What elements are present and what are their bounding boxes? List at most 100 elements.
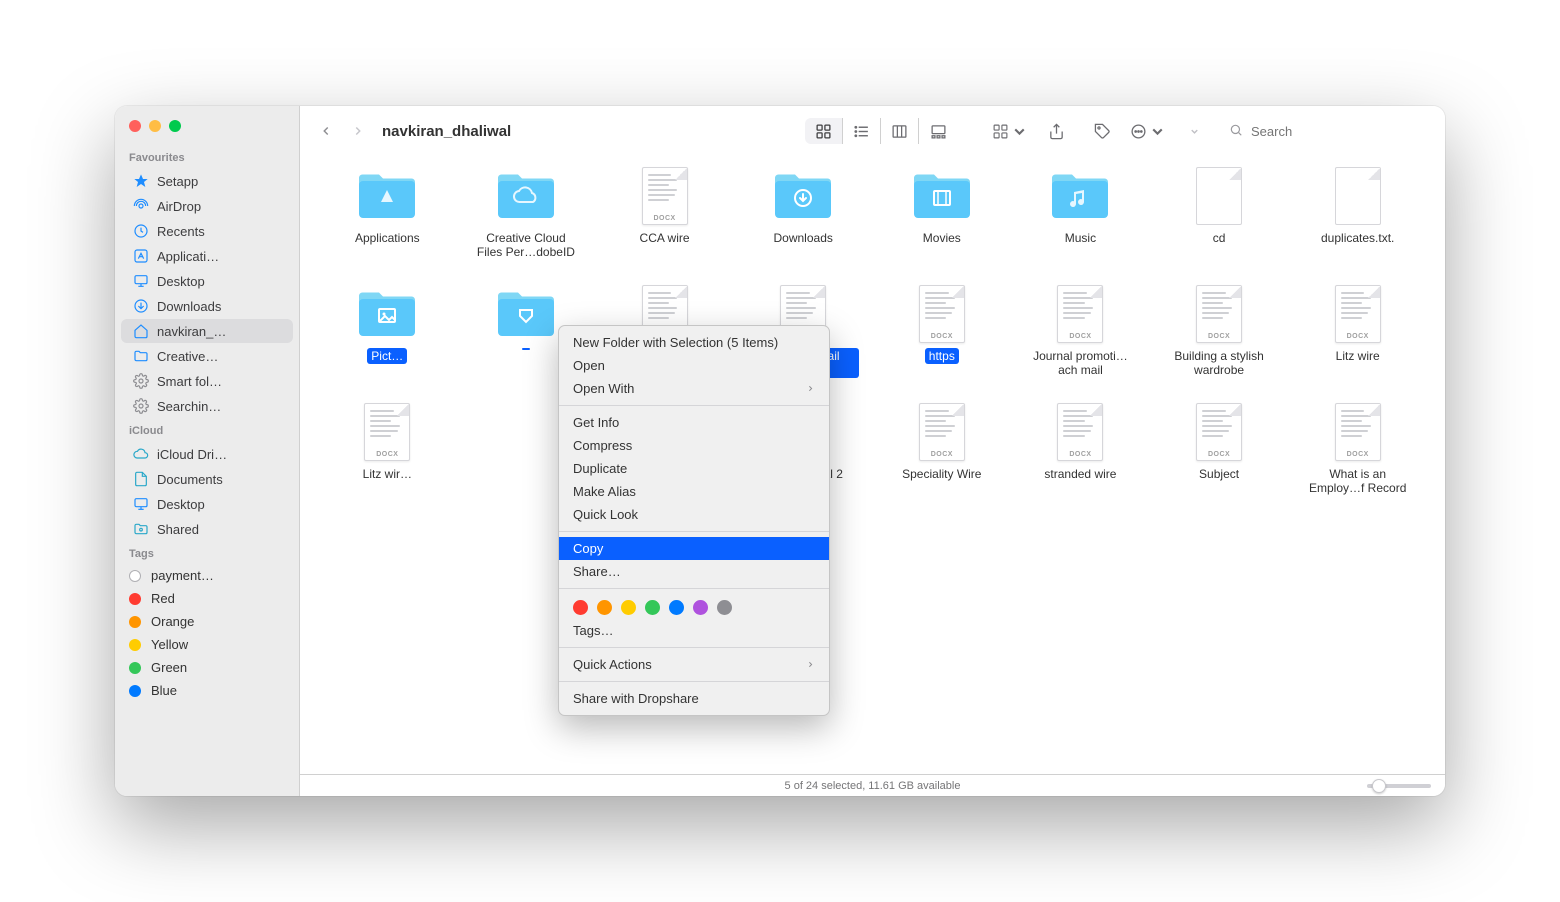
sidebar-item[interactable]: Desktop	[121, 269, 293, 293]
menu-item-label: New Folder with Selection (5 Items)	[573, 335, 778, 350]
sidebar-item[interactable]: Setapp	[121, 169, 293, 193]
action-menu-button[interactable]	[1129, 118, 1167, 144]
item-label: stranded wire	[1040, 466, 1120, 482]
sidebar-tag[interactable]: Red	[115, 587, 299, 610]
folder-icon	[492, 284, 560, 344]
sidebar-item[interactable]: Creative…	[121, 344, 293, 368]
menu-item[interactable]: Compress	[559, 434, 829, 457]
minimize-button[interactable]	[149, 120, 161, 132]
file-item[interactable]: DOCXSubject	[1152, 402, 1287, 520]
forward-button[interactable]	[346, 117, 370, 145]
tag-label: Orange	[151, 614, 194, 629]
menu-item[interactable]: Get Info	[559, 411, 829, 434]
menu-item[interactable]: Open	[559, 354, 829, 377]
folder-item[interactable]: Movies	[875, 166, 1010, 284]
folder-item[interactable]: Downloads	[736, 166, 871, 284]
file-item[interactable]: DOCXBuilding a stylish wardrobe	[1152, 284, 1287, 402]
menu-item[interactable]: Quick Look	[559, 503, 829, 526]
tags-button[interactable]	[1083, 118, 1121, 144]
sidebar-item[interactable]: Shared	[121, 517, 293, 541]
folder-item[interactable]: Creative Cloud Files Per…dobeID	[459, 166, 594, 284]
column-view-button[interactable]	[881, 118, 919, 144]
menu-item[interactable]: New Folder with Selection (5 Items)	[559, 331, 829, 354]
sidebar-tag[interactable]: Yellow	[115, 633, 299, 656]
file-item[interactable]: DOCXWhat is an Employ…f Record	[1290, 402, 1425, 520]
sidebar-item-label: Smart fol…	[157, 374, 222, 389]
menu-item-label: Share…	[573, 564, 621, 579]
sidebar-item-label: Applicati…	[157, 249, 219, 264]
window-title: navkiran_dhaliwal	[382, 123, 511, 140]
menu-item[interactable]: Quick Actions	[559, 653, 829, 676]
sidebar-item[interactable]: Applicati…	[121, 244, 293, 268]
sidebar-item[interactable]: Smart fol…	[121, 369, 293, 393]
file-item[interactable]: duplicates.txt.	[1290, 166, 1425, 284]
file-item[interactable]: DOCXLitz wire	[1290, 284, 1425, 402]
item-label: Litz wir…	[359, 466, 416, 482]
file-item[interactable]: DOCXSpeciality Wire	[875, 402, 1010, 520]
menu-item[interactable]: Duplicate	[559, 457, 829, 480]
tag-color-option[interactable]	[717, 600, 732, 615]
sidebar-item[interactable]: AirDrop	[121, 194, 293, 218]
docx-icon: DOCX	[908, 284, 976, 344]
search-field[interactable]	[1221, 118, 1431, 144]
toolbar: navkiran_dhaliwal	[300, 106, 1445, 156]
sidebar-item-label: Documents	[157, 472, 223, 487]
menu-item[interactable]: Share with Dropshare	[559, 687, 829, 710]
icon-view-button[interactable]	[805, 118, 843, 144]
sidebar-section-label: Tags	[115, 542, 299, 564]
file-item[interactable]: DOCXCCA wire	[597, 166, 732, 284]
tag-color-option[interactable]	[573, 600, 588, 615]
tag-color-option[interactable]	[669, 600, 684, 615]
fullscreen-button[interactable]	[169, 120, 181, 132]
menu-item[interactable]: Copy	[559, 537, 829, 560]
zoom-slider[interactable]	[1367, 784, 1431, 788]
menu-item[interactable]: Tags…	[559, 619, 829, 642]
tag-color-option[interactable]	[621, 600, 636, 615]
folder-icon	[908, 166, 976, 226]
chevron-right-icon	[806, 657, 815, 672]
home-icon	[133, 323, 149, 339]
menu-item[interactable]: Open With	[559, 377, 829, 400]
sidebar-tag[interactable]: Green	[115, 656, 299, 679]
sidebar-item[interactable]: Desktop	[121, 492, 293, 516]
close-button[interactable]	[129, 120, 141, 132]
file-item[interactable]: cd	[1152, 166, 1287, 284]
sidebar-item-label: Recents	[157, 224, 205, 239]
sidebar-item[interactable]: Downloads	[121, 294, 293, 318]
sidebar-item[interactable]: Documents	[121, 467, 293, 491]
docx-icon: DOCX	[908, 402, 976, 462]
menu-item[interactable]: Make Alias	[559, 480, 829, 503]
file-grid[interactable]: ApplicationsCreative Cloud Files Per…dob…	[300, 156, 1445, 774]
sidebar-tag[interactable]: Orange	[115, 610, 299, 633]
folder-item[interactable]: Music	[1013, 166, 1148, 284]
toolbar-overflow-chevron[interactable]	[1175, 118, 1213, 144]
sidebar-item[interactable]: iCloud Dri…	[121, 442, 293, 466]
file-item[interactable]: DOCXstranded wire	[1013, 402, 1148, 520]
file-item[interactable]: DOCXLitz wir…	[320, 402, 455, 520]
file-item[interactable]: DOCXJournal promoti…ach mail	[1013, 284, 1148, 402]
tag-color-option[interactable]	[693, 600, 708, 615]
group-by-button[interactable]	[991, 118, 1029, 144]
docx-icon: DOCX	[1185, 284, 1253, 344]
menu-item-label: Make Alias	[573, 484, 636, 499]
folder-item[interactable]: Applications	[320, 166, 455, 284]
item-label: https	[925, 348, 959, 364]
gallery-view-button[interactable]	[919, 118, 957, 144]
finder-window: FavouritesSetappAirDropRecentsApplicati……	[115, 106, 1445, 796]
folder-item[interactable]: Pict…	[320, 284, 455, 402]
file-item[interactable]: DOCX https	[875, 284, 1010, 402]
back-button[interactable]	[314, 117, 338, 145]
sidebar-item[interactable]: Searchin…	[121, 394, 293, 418]
tag-color-dot	[129, 639, 141, 651]
sidebar-item[interactable]: Recents	[121, 219, 293, 243]
tag-color-option[interactable]	[597, 600, 612, 615]
menu-item[interactable]: Share…	[559, 560, 829, 583]
tag-label: Red	[151, 591, 175, 606]
sidebar-item[interactable]: navkiran_…	[121, 319, 293, 343]
tag-color-option[interactable]	[645, 600, 660, 615]
sidebar-tag[interactable]: Blue	[115, 679, 299, 702]
sidebar-tag[interactable]: payment…	[115, 564, 299, 587]
share-button[interactable]	[1037, 118, 1075, 144]
list-view-button[interactable]	[843, 118, 881, 144]
search-input[interactable]	[1249, 123, 1423, 140]
